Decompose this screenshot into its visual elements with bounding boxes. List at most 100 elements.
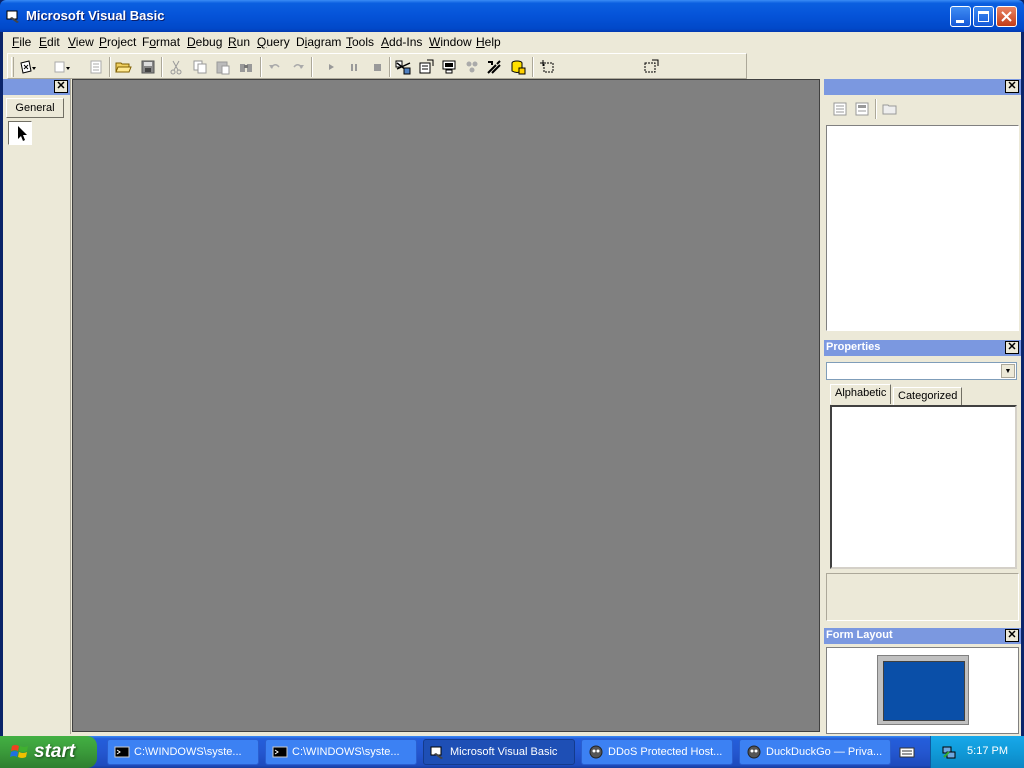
clock[interactable]: 5:17 PM bbox=[967, 745, 1008, 757]
taskbar-button-3[interactable]: Microsoft Visual Basic bbox=[423, 739, 575, 765]
project-close-button[interactable]: ✕ bbox=[1005, 80, 1019, 93]
form-layout-area[interactable] bbox=[826, 647, 1019, 734]
taskbar-button-4[interactable]: DDoS Protected Host... bbox=[581, 739, 733, 765]
properties-window-button[interactable] bbox=[416, 57, 436, 77]
open-folder-icon bbox=[115, 62, 132, 73]
monitor-preview bbox=[877, 655, 969, 725]
form-layout-button[interactable] bbox=[439, 57, 459, 77]
client-area: File Edit View Project Format Debug Run Query Di… bbox=[3, 32, 1021, 736]
dropdown-arrow-icon[interactable]: ▼ bbox=[1001, 364, 1015, 378]
redo-button[interactable] bbox=[288, 57, 308, 77]
menu-format[interactable]: Format bbox=[139, 35, 183, 49]
view-object-button[interactable] bbox=[852, 99, 872, 119]
windows-flag-icon bbox=[10, 745, 28, 758]
toolbox-close-button[interactable]: ✕ bbox=[54, 80, 68, 93]
maximize-button[interactable] bbox=[973, 6, 994, 27]
properties-close-button[interactable]: ✕ bbox=[1005, 341, 1019, 354]
menu-add-ins[interactable]: Add-Ins bbox=[378, 35, 425, 49]
menu-run[interactable]: Run bbox=[225, 35, 253, 49]
toolbox-tab-general[interactable]: General bbox=[6, 98, 64, 118]
database-icon bbox=[511, 60, 526, 75]
menu-window[interactable]: Window bbox=[426, 35, 475, 49]
menu-editor-button[interactable] bbox=[86, 57, 106, 77]
view-code-button[interactable] bbox=[830, 99, 850, 119]
start-button[interactable] bbox=[321, 57, 341, 77]
form-layout-header[interactable]: Form Layout ✕ bbox=[824, 628, 1021, 644]
menu-file[interactable]: File bbox=[9, 35, 34, 49]
taskbar-button-2[interactable]: C:\WINDOWS\syste... bbox=[265, 739, 417, 765]
menu-query[interactable]: Query bbox=[254, 35, 293, 49]
menu-tools[interactable]: Tools bbox=[343, 35, 377, 49]
taskbar-button-label: Microsoft Visual Basic bbox=[450, 746, 558, 758]
open-project-button[interactable] bbox=[114, 57, 134, 77]
add-project-button[interactable] bbox=[18, 57, 38, 77]
toolbox-button[interactable] bbox=[484, 57, 504, 77]
pointer-tool[interactable] bbox=[8, 121, 32, 145]
folder-icon bbox=[882, 104, 897, 115]
vb-app-icon[interactable] bbox=[6, 8, 22, 24]
tab-alphabetic[interactable]: Alphabetic bbox=[830, 384, 892, 404]
tab-categorized[interactable]: Categorized bbox=[893, 387, 963, 405]
menu-help[interactable]: Help bbox=[473, 35, 504, 49]
project-explorer-header[interactable]: ✕ bbox=[824, 79, 1021, 95]
toolbox-header[interactable]: ✕ bbox=[3, 79, 70, 95]
minimize-button[interactable] bbox=[950, 6, 971, 27]
redo-icon bbox=[293, 64, 304, 69]
save-project-button[interactable] bbox=[138, 57, 158, 77]
taskbar-button-label: DDoS Protected Host... bbox=[608, 746, 723, 758]
copy-button[interactable] bbox=[190, 57, 210, 77]
end-button[interactable] bbox=[367, 57, 387, 77]
break-button[interactable] bbox=[344, 57, 364, 77]
form-layout-close-button[interactable]: ✕ bbox=[1005, 629, 1019, 642]
paste-button[interactable] bbox=[213, 57, 233, 77]
taskbar: start C:\WINDOWS\syste... C:\WINDOWS\syst… bbox=[0, 736, 1024, 768]
mdi-workspace[interactable] bbox=[72, 79, 820, 732]
title-bar[interactable]: Microsoft Visual Basic bbox=[0, 0, 1024, 32]
toggle-folders-button[interactable] bbox=[880, 99, 900, 119]
menu-bar: File Edit View Project Format Debug Run Query Di… bbox=[3, 32, 1021, 52]
stop-icon bbox=[374, 64, 381, 71]
properties-header[interactable]: Properties ✕ bbox=[824, 340, 1021, 356]
object-selector-combo[interactable]: ▼ bbox=[826, 362, 1017, 380]
form-layout-icon bbox=[442, 60, 456, 74]
position-indicator bbox=[641, 57, 661, 77]
start-button[interactable]: start bbox=[0, 736, 97, 768]
close-icon: ✕ bbox=[1007, 80, 1017, 92]
data-view-button[interactable] bbox=[508, 57, 528, 77]
start-label: start bbox=[34, 741, 76, 762]
add-form-button[interactable] bbox=[52, 57, 72, 77]
browser-icon bbox=[589, 745, 603, 759]
menu-debug[interactable]: Debug bbox=[184, 35, 225, 49]
project-explorer-button[interactable] bbox=[393, 57, 413, 77]
system-tray: 5:17 PM bbox=[930, 736, 1024, 768]
properties-grid[interactable] bbox=[830, 405, 1017, 569]
close-icon: ✕ bbox=[1007, 629, 1017, 641]
menu-diagram[interactable]: Diagram bbox=[293, 35, 344, 49]
close-icon bbox=[1001, 11, 1012, 22]
taskbar-button-5[interactable]: DuckDuckGo — Priva... bbox=[739, 739, 891, 765]
menu-edit[interactable]: Edit bbox=[36, 35, 63, 49]
window-title: Microsoft Visual Basic bbox=[26, 8, 165, 23]
object-browser-button[interactable] bbox=[462, 57, 482, 77]
find-button[interactable] bbox=[236, 57, 256, 77]
menu-project[interactable]: Project bbox=[96, 35, 139, 49]
property-description-area bbox=[826, 573, 1019, 621]
menu-view[interactable]: View bbox=[65, 35, 97, 49]
toolbox-panel: ✕ General bbox=[3, 79, 71, 734]
toolbar-grip[interactable] bbox=[11, 57, 14, 77]
object-browser-icon bbox=[466, 61, 478, 73]
network-tray-icon[interactable] bbox=[941, 744, 957, 760]
view-object-icon bbox=[855, 102, 869, 116]
pause-icon bbox=[351, 64, 357, 71]
taskbar-button-1[interactable]: C:\WINDOWS\syste... bbox=[107, 739, 259, 765]
project-tree[interactable] bbox=[826, 125, 1019, 331]
cut-button[interactable] bbox=[166, 57, 186, 77]
close-window-button[interactable] bbox=[996, 6, 1017, 27]
undo-button[interactable] bbox=[265, 57, 285, 77]
keyboard-layout-indicator[interactable] bbox=[898, 744, 922, 762]
properties-panel: Properties ✕ ▼ Alphabetic Categorized bbox=[824, 340, 1021, 625]
copy-icon bbox=[193, 60, 207, 74]
visual-component-manager-button[interactable] bbox=[538, 57, 558, 77]
taskbar-button-label: C:\WINDOWS\syste... bbox=[292, 746, 400, 758]
menu-editor-icon bbox=[90, 60, 102, 74]
